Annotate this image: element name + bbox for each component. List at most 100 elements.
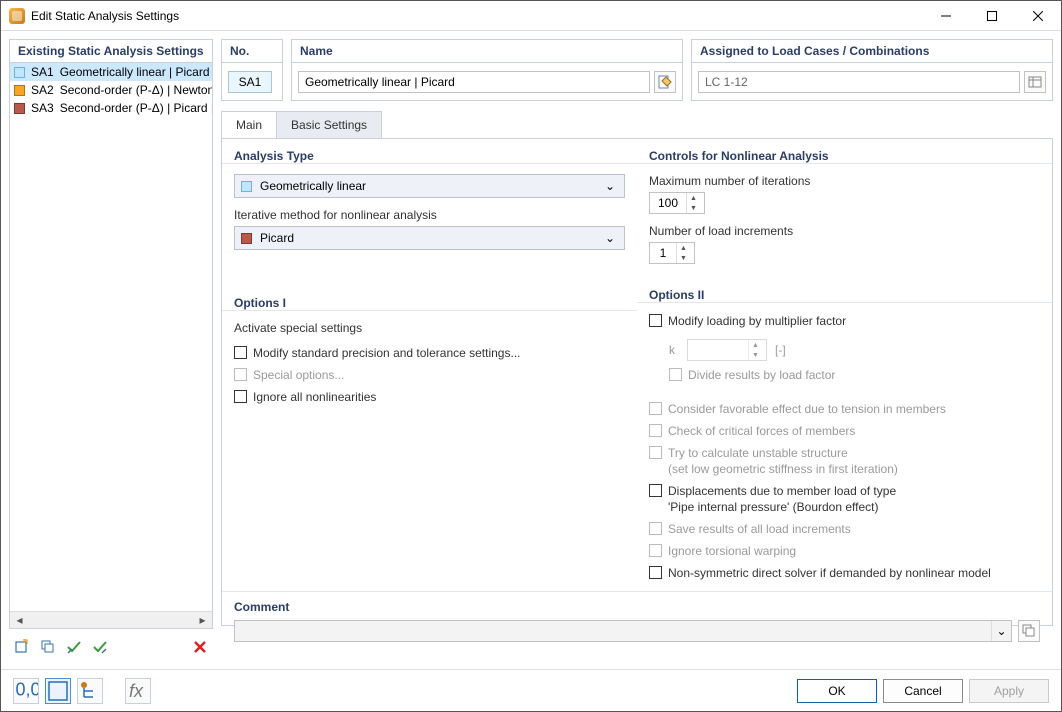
- list-item-text: Second-order (P-Δ) | Newton-R: [60, 83, 213, 97]
- chk-modify-precision[interactable]: Modify standard precision and tolerance …: [234, 345, 625, 361]
- chk-ignore-nonlin[interactable]: Ignore all nonlinearities: [234, 389, 625, 405]
- combo-text: Picard: [260, 231, 602, 245]
- footer: 0,00 fx OK Cancel Apply: [1, 669, 1061, 711]
- spinner-value: 100: [650, 196, 686, 210]
- edit-name-button[interactable]: [654, 71, 676, 93]
- list-item[interactable]: SA3 Second-order (P-Δ) | Picard | 10: [10, 99, 212, 117]
- apply-button: Apply: [969, 679, 1049, 703]
- scroll-left-icon[interactable]: ◂: [12, 614, 27, 627]
- displacements-note: 'Pipe internal pressure' (Bourdon effect…: [668, 500, 878, 514]
- combo-text: Geometrically linear: [260, 179, 602, 193]
- chevron-down-icon[interactable]: ⌄: [602, 231, 618, 245]
- checkbox-icon: [649, 446, 662, 459]
- sidebar-title: Existing Static Analysis Settings: [9, 39, 213, 63]
- chk-modify-loading[interactable]: Modify loading by multiplier factor: [649, 313, 1040, 329]
- new-button[interactable]: [9, 635, 35, 659]
- comment-section: Comment ⌄: [222, 591, 1052, 650]
- list-item-id: SA2: [31, 83, 54, 97]
- spinner-down-icon: ▼: [749, 350, 762, 360]
- left-column: Analysis Type Geometrically linear ⌄: [222, 139, 637, 591]
- units-button[interactable]: 0,00: [13, 678, 39, 704]
- max-iter-spinner[interactable]: 100 ▲▼: [649, 192, 705, 214]
- spinner-down-icon[interactable]: ▼: [677, 253, 690, 263]
- chevron-down-icon[interactable]: ⌄: [602, 179, 618, 193]
- sidebar: Existing Static Analysis Settings SA1 Ge…: [9, 39, 213, 661]
- settings-list[interactable]: SA1 Geometrically linear | Picard SA2 Se…: [9, 63, 213, 629]
- list-item[interactable]: SA2 Second-order (P-Δ) | Newton-R: [10, 81, 212, 99]
- checkbox-icon[interactable]: [234, 346, 247, 359]
- chevron-down-icon[interactable]: ⌄: [991, 621, 1011, 641]
- main-panel: No. Name Assigned to Load Cases / Combin…: [221, 39, 1053, 661]
- delete-button[interactable]: [187, 635, 213, 659]
- chk-save-results: Save results of all load increments: [649, 521, 1040, 537]
- iter-method-combo[interactable]: Picard ⌄: [234, 226, 625, 250]
- checkbox-icon[interactable]: [234, 390, 247, 403]
- k-label: k: [669, 343, 679, 357]
- spinner-value: 1: [650, 246, 676, 260]
- chk-critical: Check of critical forces of members: [649, 423, 1040, 439]
- unstable-note: (set low geometric stiffness in first it…: [668, 462, 898, 476]
- title-bar: Edit Static Analysis Settings: [1, 1, 1061, 31]
- app-icon: [9, 8, 25, 24]
- name-label: Name: [291, 39, 683, 63]
- options2-title: Options II: [649, 288, 1040, 302]
- no-label: No.: [221, 39, 283, 63]
- h-scrollbar[interactable]: ◂ ▸: [10, 611, 212, 628]
- tree-button[interactable]: [77, 678, 103, 704]
- check-out-button[interactable]: [87, 635, 113, 659]
- list-item-text: Second-order (P-Δ) | Picard | 10: [60, 101, 213, 115]
- checkbox-icon: [649, 522, 662, 535]
- spinner-up-icon[interactable]: ▲: [687, 193, 700, 203]
- load-inc-spinner[interactable]: 1 ▲▼: [649, 242, 695, 264]
- ok-button[interactable]: OK: [797, 679, 877, 703]
- analysis-type-combo[interactable]: Geometrically linear ⌄: [234, 174, 625, 198]
- spinner-down-icon[interactable]: ▼: [687, 203, 700, 213]
- list-item-id: SA1: [31, 65, 54, 79]
- assigned-browse-button[interactable]: [1024, 71, 1046, 93]
- maximize-button[interactable]: [969, 1, 1015, 31]
- checkbox-icon: [649, 544, 662, 557]
- close-button[interactable]: [1015, 1, 1061, 31]
- iter-method-label: Iterative method for nonlinear analysis: [234, 208, 625, 222]
- activate-special-label: Activate special settings: [234, 321, 625, 335]
- chk-favorable: Consider favorable effect due to tension…: [649, 401, 1040, 417]
- controls-title: Controls for Nonlinear Analysis: [649, 149, 1040, 163]
- swatch-icon: [241, 233, 252, 244]
- assigned-input[interactable]: [698, 71, 1020, 93]
- chk-divide-results: Divide results by load factor: [669, 367, 1040, 383]
- spinner-up-icon: ▲: [749, 340, 762, 350]
- check-in-button[interactable]: [61, 635, 87, 659]
- chk-special-options: Special options...: [234, 367, 625, 383]
- analysis-type-title: Analysis Type: [234, 149, 625, 163]
- checkbox-icon[interactable]: [649, 314, 662, 327]
- scroll-right-icon[interactable]: ▸: [195, 614, 210, 627]
- copy-button[interactable]: [35, 635, 61, 659]
- checkbox-icon: [649, 402, 662, 415]
- cancel-button[interactable]: Cancel: [883, 679, 963, 703]
- comment-combo[interactable]: ⌄: [234, 620, 1012, 642]
- window-title: Edit Static Analysis Settings: [31, 9, 923, 23]
- tab-basic-settings[interactable]: Basic Settings: [277, 111, 382, 138]
- checkbox-icon[interactable]: [649, 484, 662, 497]
- spinner-up-icon[interactable]: ▲: [677, 243, 690, 253]
- minimize-button[interactable]: [923, 1, 969, 31]
- right-column: Controls for Nonlinear Analysis Maximum …: [637, 139, 1052, 591]
- max-iter-label: Maximum number of iterations: [649, 174, 1040, 188]
- svg-text:0,00: 0,00: [16, 679, 39, 699]
- fx-button[interactable]: fx: [125, 678, 151, 704]
- assigned-label: Assigned to Load Cases / Combinations: [691, 39, 1053, 63]
- comment-library-button[interactable]: [1018, 620, 1040, 642]
- chk-nonsym-solver[interactable]: Non-symmetric direct solver if demanded …: [649, 565, 1040, 581]
- chk-unstable: Try to calculate unstable structure(set …: [649, 445, 1040, 477]
- name-input[interactable]: [298, 71, 650, 93]
- view-button[interactable]: [45, 678, 71, 704]
- tab-main[interactable]: Main: [221, 111, 277, 138]
- swatch-icon: [241, 181, 252, 192]
- tabs: Main Basic Settings: [221, 111, 1053, 138]
- no-input[interactable]: [228, 71, 272, 93]
- chk-displacements[interactable]: Displacements due to member load of type…: [649, 483, 1040, 515]
- checkbox-icon[interactable]: [649, 566, 662, 579]
- sidebar-toolbar: [9, 633, 213, 661]
- list-item[interactable]: SA1 Geometrically linear | Picard: [10, 63, 212, 81]
- list-item-text: Geometrically linear | Picard: [60, 65, 210, 79]
